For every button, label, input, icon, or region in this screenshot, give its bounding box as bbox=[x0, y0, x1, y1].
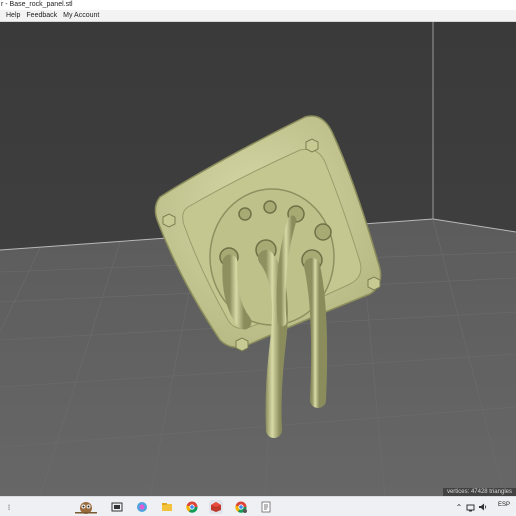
menu-feedback[interactable]: Feedback bbox=[23, 10, 60, 22]
menu-bar: Help Feedback My Account bbox=[0, 10, 516, 22]
copilot-icon[interactable] bbox=[135, 500, 149, 514]
slicer-app-icon[interactable] bbox=[209, 500, 223, 514]
chrome-profile-icon[interactable] bbox=[234, 500, 248, 514]
window-title: r - Base_rock_panel.stl bbox=[1, 1, 73, 8]
start-edge-icon[interactable]: ⁝ bbox=[2, 500, 16, 514]
taskbar: ⁝ ⌃ ESP bbox=[0, 496, 516, 516]
mesh-status-text: vertices: 47428 triangles bbox=[442, 488, 516, 496]
menu-my-account[interactable]: My Account bbox=[60, 10, 102, 22]
app-window: r - Base_rock_panel.stl Help Feedback My… bbox=[0, 0, 516, 516]
notepad-icon[interactable] bbox=[259, 500, 273, 514]
task-view-icon[interactable] bbox=[110, 500, 124, 514]
3d-viewport[interactable]: vertices: 47428 triangles bbox=[0, 22, 516, 496]
title-bar: r - Base_rock_panel.stl bbox=[0, 0, 516, 10]
owl-widget-icon[interactable] bbox=[72, 500, 100, 514]
viewport-scene bbox=[0, 22, 516, 496]
chrome-icon[interactable] bbox=[185, 500, 199, 514]
menu-help[interactable]: Help bbox=[0, 10, 23, 22]
pipe-right bbox=[304, 258, 328, 408]
volume-icon[interactable] bbox=[476, 500, 490, 514]
language-indicator[interactable]: ESP bbox=[498, 502, 510, 508]
file-explorer-icon[interactable] bbox=[160, 500, 174, 514]
